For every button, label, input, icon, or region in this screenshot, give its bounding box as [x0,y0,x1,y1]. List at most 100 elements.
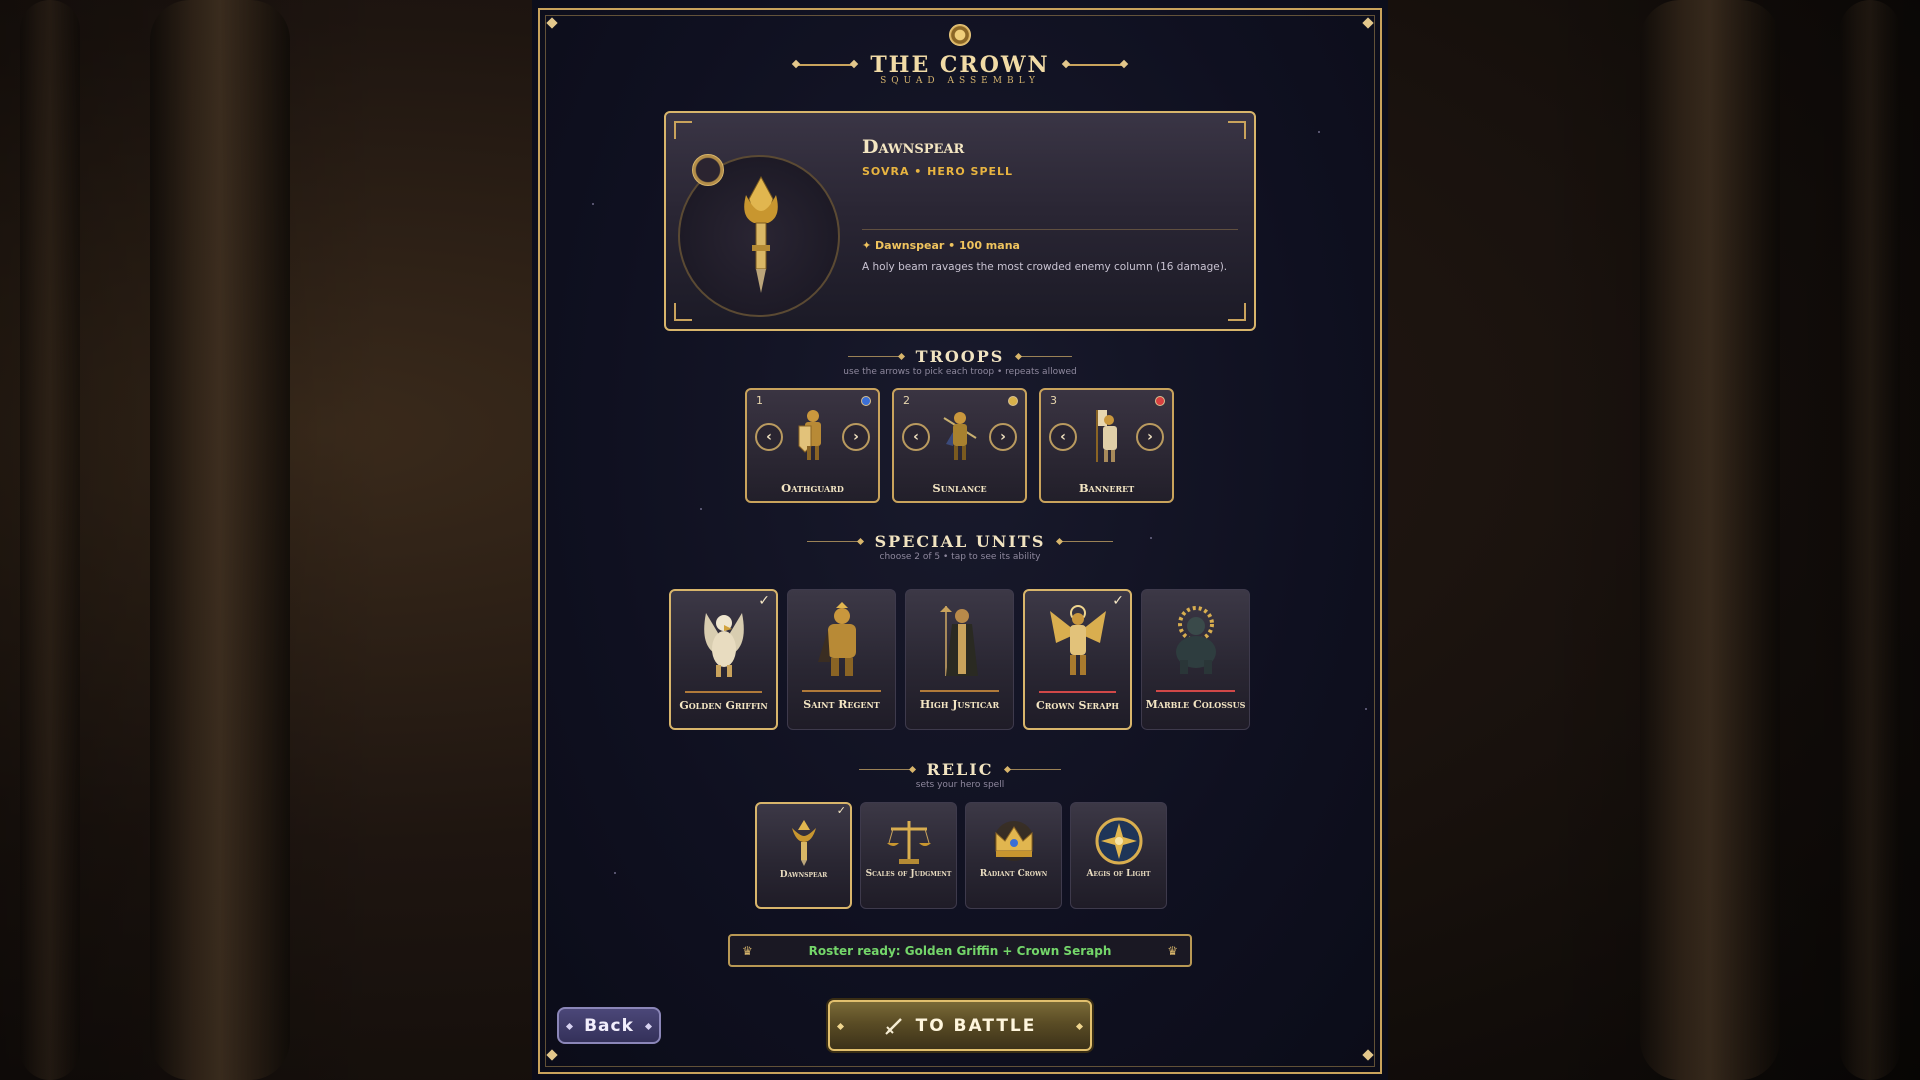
troop-slot-number: 3 [1050,394,1057,407]
troop-prev-button[interactable]: ‹ [755,423,783,451]
title-divider [796,64,855,66]
page-subtitle: SQUAD ASSEMBLY [880,76,1040,86]
unit-card-golden-griffin[interactable]: ✓ Golden Griffin [669,589,778,730]
troop-name: Sunlance [932,481,987,495]
crown-icon: ♛ [1167,944,1178,958]
heading-divider [806,541,861,542]
scales-icon [886,821,931,864]
unit-underline [1039,691,1116,693]
hero-spell-subtitle: SOVRA • HERO SPELL [862,165,1014,178]
button-ornament [644,1022,653,1031]
roster-status-text: Roster ready: Golden Griffin + Crown Ser… [808,943,1112,958]
unit-card-high-justicar[interactable]: High Justicar [905,589,1014,730]
troop-name: Banneret [1078,481,1135,495]
unit-underline [920,690,999,692]
bracket [674,121,692,139]
troops-heading: TROOPS use the arrows to pick each troop… [532,347,1388,377]
star [592,203,594,205]
troop-slot-3: 3 ‹ › Banneret [1039,388,1174,503]
unit-name: High Justicar [919,698,1000,711]
relic-title: RELIC [926,760,994,779]
troop-next-button[interactable]: › [1136,423,1164,451]
unit-name: Golden Griffin [679,699,768,712]
unit-name: Crown Seraph [1036,699,1119,712]
troop-color-dot [1008,396,1018,406]
hero-spell-name: Dawnspear [862,136,965,158]
troop-color-dot [861,396,871,406]
to-battle-button[interactable]: TO BATTLE [828,1000,1092,1051]
crown-seraph-icon [1049,605,1106,675]
button-ornament [836,1022,845,1031]
hero-spell-description: A holy beam ravages the most crowded ene… [862,261,1228,273]
high-justicar-icon [939,606,978,676]
page-title: THE CROWN [870,52,1050,78]
troop-slot-1: 1 ‹ › Oathguard [745,388,880,503]
title-divider [1065,64,1124,66]
oathguard-icon [798,410,821,460]
selected-check-icon: ✓ [758,593,770,609]
marble-colossus-icon [1175,606,1216,674]
relic-name: Aegis of Light [1086,869,1151,879]
back-button[interactable]: Back [557,1007,661,1044]
unit-name: Marble Colossus [1145,698,1246,711]
troops-hint: use the arrows to pick each troop • repe… [843,367,1077,377]
relic-heading: RELIC sets your hero spell [532,760,1388,790]
troop-slot-number: 1 [756,394,763,407]
unit-underline [1156,690,1235,692]
button-ornament [1075,1022,1084,1031]
star [1318,131,1320,133]
relic-name: Dawnspear [779,870,828,880]
relic-name: Scales of Judgment [865,869,952,879]
unit-card-marble-colossus[interactable]: Marble Colossus [1141,589,1250,730]
star [614,872,616,874]
aegis-shield-icon [1095,817,1142,865]
relic-card-radiant-crown[interactable]: Radiant Crown [965,802,1062,909]
star [1365,708,1367,710]
unit-name: Saint Regent [803,698,880,711]
bracket [1228,303,1246,321]
saint-regent-icon [817,602,856,676]
unit-underline [685,691,762,693]
heading-divider [1018,356,1073,357]
relic-card-dawnspear[interactable]: ✓ Dawnspear [755,802,852,909]
bracket [1228,121,1246,139]
relic-hint: sets your hero spell [915,780,1005,790]
unit-underline [802,690,881,692]
heading-divider [1007,769,1062,770]
troops-title: TROOPS [915,347,1005,366]
dawnspear-icon [791,820,816,866]
sunlance-icon [942,412,977,460]
special-units-hint: choose 2 of 5 • tap to see its ability [879,552,1041,562]
star [700,508,702,510]
crown-crest-icon [949,24,971,46]
troop-name: Oathguard [781,481,844,495]
special-units-heading: SPECIAL UNITS choose 2 of 5 • tap to see… [532,532,1388,562]
title-row: THE CROWN [532,52,1388,78]
page-header: THE CROWN SQUAD ASSEMBLY [532,24,1388,86]
troop-slot-number: 2 [903,394,910,407]
selected-check-icon: ✓ [836,804,846,817]
crown-icon: ♛ [742,944,753,958]
troop-prev-button[interactable]: ‹ [902,423,930,451]
heading-divider [1059,541,1114,542]
heading-divider [858,769,913,770]
troop-prev-button[interactable]: ‹ [1049,423,1077,451]
special-units-title: SPECIAL UNITS [874,532,1046,551]
unit-card-crown-seraph[interactable]: ✓ Crown Seraph [1023,589,1132,730]
golden-griffin-icon [703,613,744,677]
radiant-crown-icon [993,821,1034,861]
relic-card-aegis-of-light[interactable]: Aegis of Light [1070,802,1167,909]
hero-spell-cost: ✦ Dawnspear • 100 mana [862,239,1020,252]
sovra-badge-icon [692,154,724,186]
selected-check-icon: ✓ [1112,593,1124,609]
back-button-label: Back [584,1015,634,1036]
button-ornament [565,1022,574,1031]
relic-card-scales-of-judgment[interactable]: Scales of Judgment [860,802,957,909]
troop-next-button[interactable]: › [989,423,1017,451]
banneret-icon [1095,410,1117,462]
relic-name: Radiant Crown [979,869,1048,879]
to-battle-label: TO BATTLE [915,1015,1037,1036]
troop-slot-2: 2 ‹ › Sunlance [892,388,1027,503]
unit-card-saint-regent[interactable]: Saint Regent [787,589,896,730]
troop-next-button[interactable]: › [842,423,870,451]
